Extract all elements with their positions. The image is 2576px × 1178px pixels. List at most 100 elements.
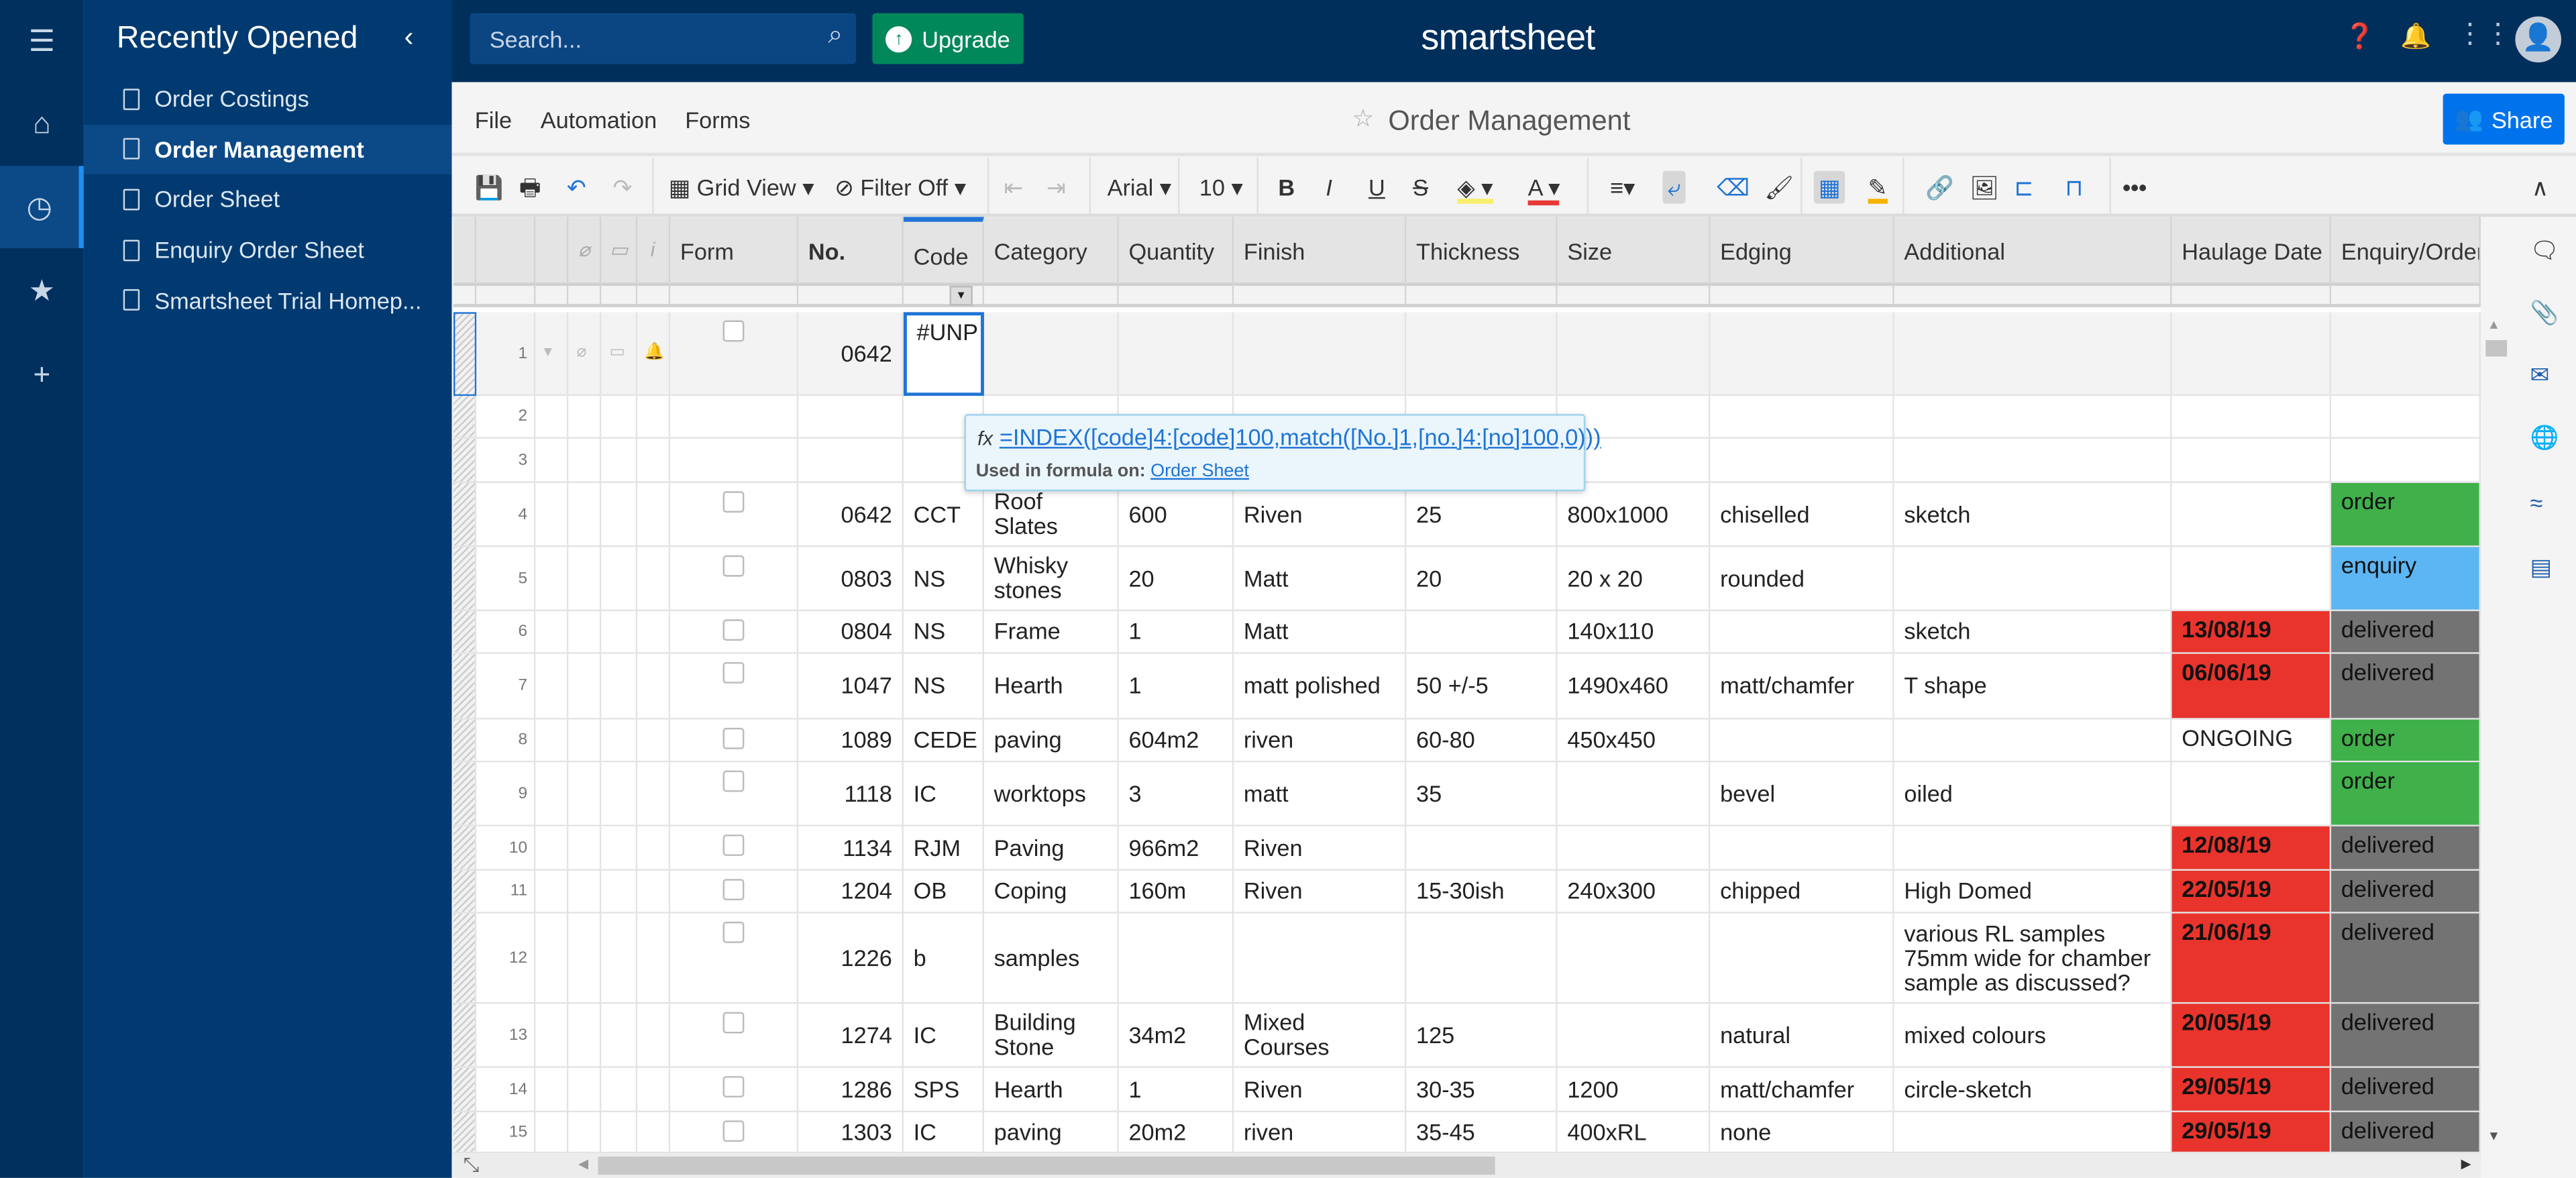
- grid-cell[interactable]: Mixed Courses: [1234, 1004, 1407, 1068]
- grid-cell[interactable]: samples: [983, 913, 1119, 1004]
- row-handle[interactable]: [453, 913, 477, 1004]
- grid-cell[interactable]: Roof Slates: [983, 483, 1119, 547]
- grid-cell[interactable]: 22/05/19: [2171, 870, 2332, 914]
- redo-icon[interactable]: ↷: [612, 171, 632, 204]
- grid-cell[interactable]: matt polished: [1234, 653, 1407, 720]
- grid-cell[interactable]: chiselled: [1710, 483, 1894, 547]
- grid-cell[interactable]: 29/05/19: [2171, 1112, 2332, 1154]
- horizontal-scrollbar[interactable]: ⤡ ◀ ▶: [453, 1153, 2481, 1178]
- share-button[interactable]: 👥 Share: [2443, 93, 2565, 145]
- grid-cell[interactable]: paving: [983, 1112, 1119, 1154]
- grid-cell[interactable]: [1710, 438, 1894, 484]
- row-handle[interactable]: [453, 1067, 477, 1112]
- grid-cell[interactable]: 1303: [798, 1112, 904, 1154]
- grid-cell[interactable]: 1286: [798, 1067, 904, 1112]
- grid-cell[interactable]: 800x1000: [1557, 483, 1711, 547]
- gridlines-icon[interactable]: ▦: [1813, 170, 1845, 204]
- row-handle[interactable]: [453, 870, 477, 914]
- grid-cell[interactable]: 1200: [1557, 1067, 1711, 1112]
- column-header[interactable]: Size: [1557, 217, 1711, 283]
- grid-cell[interactable]: delivered: [2331, 611, 2481, 654]
- grid-cell[interactable]: 50 +/-5: [1406, 653, 1558, 720]
- grid-cell[interactable]: natural: [1710, 1004, 1894, 1068]
- grid-cell[interactable]: T shape: [1894, 653, 2172, 720]
- grid-cell[interactable]: none: [1710, 1112, 1894, 1154]
- row-checkbox[interactable]: [722, 727, 745, 749]
- row-handle[interactable]: [453, 483, 477, 547]
- grid-cell[interactable]: CCT: [903, 483, 984, 547]
- grid-cell[interactable]: order: [2331, 719, 2481, 763]
- summary-icon[interactable]: ▤: [2530, 553, 2551, 582]
- sidebar-item[interactable]: Order Management: [83, 124, 452, 174]
- row-handle[interactable]: [453, 1004, 477, 1068]
- column-header[interactable]: Haulage Date: [2171, 217, 2332, 283]
- grid-cell[interactable]: 160m: [1118, 870, 1234, 914]
- row-checkbox[interactable]: [722, 491, 745, 513]
- grid-cell[interactable]: 1204: [798, 870, 904, 914]
- grid-cell[interactable]: matt/chamfer: [1710, 653, 1894, 720]
- grid-cell[interactable]: High Domed: [1894, 870, 2172, 914]
- grid-cell[interactable]: 140x110: [1557, 611, 1711, 654]
- more-icon[interactable]: •••: [2123, 171, 2147, 204]
- grid-cell[interactable]: 1: [1118, 1067, 1234, 1112]
- grid-cell[interactable]: 0803: [798, 547, 904, 612]
- grid-cell[interactable]: 0642: [798, 312, 904, 396]
- bold-icon[interactable]: B: [1278, 171, 1295, 204]
- font-size-dropdown[interactable]: 10 ▾: [1199, 171, 1243, 204]
- grid-cell[interactable]: [2331, 312, 2481, 396]
- grid-cell[interactable]: 1089: [798, 719, 904, 763]
- grid-cell[interactable]: [1894, 312, 2172, 396]
- comment-icon[interactable]: ▭: [610, 343, 625, 362]
- grid-cell[interactable]: 604m2: [1118, 719, 1234, 763]
- grid-cell[interactable]: Frame: [983, 611, 1119, 654]
- row-handle[interactable]: [453, 611, 477, 654]
- used-in-link[interactable]: Order Sheet: [1150, 462, 1249, 481]
- row-checkbox[interactable]: [722, 619, 745, 641]
- clear-format-icon[interactable]: ⌫: [1717, 171, 1749, 204]
- plus-icon[interactable]: +: [0, 333, 84, 415]
- format-painter-icon[interactable]: 🖌: [1764, 171, 1794, 204]
- row-checkbox[interactable]: [722, 1012, 745, 1034]
- grid-cell[interactable]: 400xRL: [1557, 1112, 1711, 1154]
- grid-cell[interactable]: Riven: [1234, 870, 1407, 914]
- grid-cell[interactable]: [1118, 913, 1234, 1004]
- grid-cell[interactable]: [1557, 826, 1711, 871]
- grid-cell[interactable]: [1557, 762, 1711, 826]
- grid-cell[interactable]: paving: [983, 719, 1119, 763]
- grid-cell[interactable]: [1710, 611, 1894, 654]
- row-handle[interactable]: [453, 1112, 477, 1154]
- grid-cell[interactable]: [983, 312, 1119, 396]
- underline-icon[interactable]: U: [1368, 171, 1385, 204]
- grid-cell[interactable]: IC: [903, 762, 984, 826]
- grid-cell[interactable]: worktops: [983, 762, 1119, 826]
- grid-cell[interactable]: [2171, 483, 2332, 547]
- grid-cell[interactable]: delivered: [2331, 826, 2481, 871]
- favorite-star-icon[interactable]: ☆: [1352, 103, 1375, 133]
- undo-icon[interactable]: ↶: [567, 171, 586, 204]
- column-header[interactable]: No.: [798, 217, 904, 283]
- grid-cell[interactable]: Riven: [1234, 483, 1407, 547]
- grid-cell[interactable]: matt/chamfer: [1710, 1067, 1894, 1112]
- grid-cell[interactable]: Building Stone: [983, 1004, 1119, 1068]
- grid-cell[interactable]: delivered: [2331, 653, 2481, 720]
- link-icon[interactable]: 🔗: [1925, 171, 1954, 204]
- outdent-icon[interactable]: ⇤: [1004, 171, 1023, 204]
- grid-cell[interactable]: mixed colours: [1894, 1004, 2172, 1068]
- grid-cell[interactable]: 35-45: [1406, 1112, 1558, 1154]
- column-header[interactable]: Additional: [1894, 217, 2172, 283]
- grid-view-dropdown[interactable]: ▦ Grid View ▾: [669, 171, 814, 204]
- grid-cell[interactable]: 20: [1406, 547, 1558, 612]
- grid-cell[interactable]: ONGOING: [2171, 719, 2332, 763]
- grid-cell[interactable]: 1047: [798, 653, 904, 720]
- grid-cell[interactable]: [1710, 396, 1894, 439]
- grid-cell[interactable]: b: [903, 913, 984, 1004]
- update-requests-icon[interactable]: ✉: [2530, 362, 2549, 390]
- grid-cell[interactable]: 966m2: [1118, 826, 1234, 871]
- grid-cell[interactable]: delivered: [2331, 870, 2481, 914]
- grid-cell[interactable]: delivered: [2331, 1004, 2481, 1068]
- grid-cell[interactable]: order: [2331, 762, 2481, 826]
- grid-cell[interactable]: RJM: [903, 826, 984, 871]
- grid-cell[interactable]: Riven: [1234, 1067, 1407, 1112]
- grid-cell[interactable]: 20 x 20: [1557, 547, 1711, 612]
- grid-cell[interactable]: Riven: [1234, 826, 1407, 871]
